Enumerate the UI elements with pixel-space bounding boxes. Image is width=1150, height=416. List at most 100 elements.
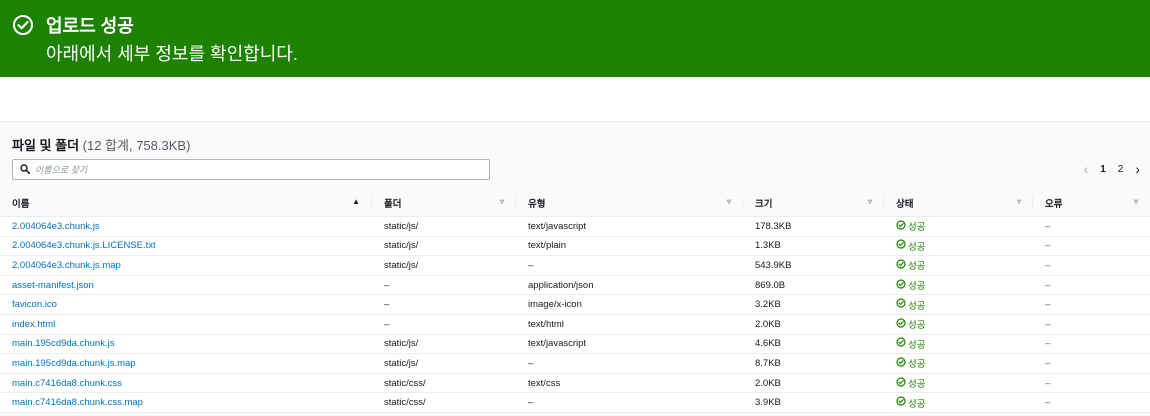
status-text: 성공 xyxy=(908,261,926,273)
size-cell: 4.6KB xyxy=(755,338,781,350)
table-row: index.html – text/html 2.0KB 성공 – xyxy=(0,314,1150,335)
column-header-size[interactable]: 크기 ▿ xyxy=(743,189,884,217)
column-header-error[interactable]: 오류 ▿ xyxy=(1033,189,1150,217)
file-name-cell: asset-manifest.json xyxy=(0,275,372,295)
folder-cell: – xyxy=(384,279,390,291)
type-cell: – xyxy=(528,357,534,369)
status-badge: 성공 xyxy=(896,376,925,390)
type-cell: image/x-icon xyxy=(528,299,582,311)
banner-message: 아래에서 세부 정보를 확인합니다. xyxy=(46,44,298,64)
success-banner: 업로드 성공 아래에서 세부 정보를 확인합니다. xyxy=(0,0,1150,77)
file-name-link[interactable]: favicon.ico xyxy=(12,299,57,310)
files-panel: 파일 및 폴더 (12 합계, 758.3KB) ‹ 1 2 › 이름▲ 폴더▿… xyxy=(0,121,1150,416)
file-name-link[interactable]: main.195cd9da.chunk.js xyxy=(12,338,114,349)
status-cell: 성공 xyxy=(884,393,1033,413)
status-badge: 성공 xyxy=(896,278,925,292)
type-cell: text/javascript xyxy=(528,220,587,232)
status-text: 성공 xyxy=(908,379,926,391)
status-cell: 성공 xyxy=(884,217,1033,237)
error-cell: – xyxy=(1045,240,1051,252)
error-cell: – xyxy=(1045,338,1051,350)
column-header-name[interactable]: 이름 ▲ xyxy=(0,189,372,217)
folder-cell: static/js/ xyxy=(384,220,419,232)
file-name-link[interactable]: 2.004064e3.chunk.js.map xyxy=(12,260,121,271)
status-badge: 성공 xyxy=(896,356,925,370)
status-badge: 성공 xyxy=(896,337,925,351)
page-1-button[interactable]: 1 xyxy=(1100,164,1106,175)
folder-cell: – xyxy=(384,299,390,311)
size-cell: 178.3KB xyxy=(755,220,792,232)
files-heading: 파일 및 폴더 (12 합계, 758.3KB) xyxy=(12,135,190,154)
status-text: 성공 xyxy=(908,241,926,253)
sort-icon: ▿ xyxy=(499,197,504,206)
file-name-cell: index.html xyxy=(0,314,372,334)
status-text: 성공 xyxy=(908,320,926,332)
file-name-link[interactable]: 2.004064e3.chunk.js xyxy=(12,221,100,232)
file-name-cell: 2.004064e3.chunk.js.LICENSE.txt xyxy=(0,236,372,256)
type-cell: – xyxy=(528,259,534,271)
error-cell: – xyxy=(1045,259,1051,271)
check-circle-icon xyxy=(896,318,906,331)
file-name-link[interactable]: main.c7416da8.chunk.css.map xyxy=(12,397,143,408)
file-name-link[interactable]: index.html xyxy=(12,319,55,330)
file-name-link[interactable]: main.195cd9da.chunk.js.map xyxy=(12,358,136,369)
pagination: ‹ 1 2 › xyxy=(1084,161,1140,177)
check-circle-icon xyxy=(896,259,906,272)
table-row: main.195cd9da.chunk.js.map static/js/ – 8.7… xyxy=(0,353,1150,374)
table-row: main.c7416da8.chunk.css.map static/css/ – 3… xyxy=(0,392,1150,413)
status-text: 성공 xyxy=(908,300,926,312)
search-box[interactable] xyxy=(12,159,490,180)
check-circle-icon xyxy=(13,15,33,35)
type-cell: text/javascript xyxy=(528,338,587,350)
files-heading-title: 파일 및 폴더 xyxy=(12,138,80,153)
folder-cell: static/js/ xyxy=(384,240,419,252)
file-name-cell: main.c7416da8.chunk.css xyxy=(0,373,372,393)
table-row: 2.004064e3.chunk.js.LICENSE.txt static/js… xyxy=(0,236,1150,256)
sort-icon: ▿ xyxy=(726,197,731,206)
file-name-cell: 2.004064e3.chunk.js xyxy=(0,217,372,237)
folder-cell: static/js/ xyxy=(384,357,419,369)
error-cell: – xyxy=(1045,397,1051,409)
files-table: 이름 ▲ 폴더 ▿ 유형 ▿ 크기 ▿ 상태 ▿ 오류 ▿ 2.004064e3.chunk… xyxy=(0,189,1150,413)
status-text: 성공 xyxy=(908,222,926,234)
table-row: 2.004064e3.chunk.js.map static/js/ – 543.9K… xyxy=(0,255,1150,276)
table-row: favicon.ico – image/x-icon 3.2KB 성공 – xyxy=(0,294,1150,315)
status-cell: 성공 xyxy=(884,275,1033,295)
type-cell: text/css xyxy=(528,377,561,389)
status-badge: 성공 xyxy=(896,317,925,331)
folder-cell: static/js/ xyxy=(384,259,419,271)
check-circle-icon xyxy=(896,337,906,350)
file-name-link[interactable]: main.c7416da8.chunk.css xyxy=(12,378,122,389)
size-cell: 2.0KB xyxy=(755,377,781,389)
file-name-cell: 2.004064e3.chunk.js.map xyxy=(0,256,372,276)
files-heading-count: (12 합계, 758.3KB) xyxy=(82,138,191,153)
page-2-button[interactable]: 2 xyxy=(1118,164,1124,175)
folder-cell: static/css/ xyxy=(384,377,426,389)
folder-cell: static/js/ xyxy=(384,338,419,350)
folder-cell: – xyxy=(384,318,390,330)
status-badge: 성공 xyxy=(896,396,925,410)
next-page-icon[interactable]: › xyxy=(1135,161,1140,177)
table-header-row: 이름 ▲ 폴더 ▿ 유형 ▿ 크기 ▿ 상태 ▿ 오류 ▿ xyxy=(0,189,1150,217)
file-name-link[interactable]: asset-manifest.json xyxy=(12,280,94,291)
column-header-folder[interactable]: 폴더 ▿ xyxy=(372,189,516,217)
table-row: main.195cd9da.chunk.js static/js/text/jav… xyxy=(0,334,1150,354)
column-header-status[interactable]: 상태 ▿ xyxy=(884,189,1033,217)
column-header-type[interactable]: 유형 ▿ xyxy=(516,189,743,217)
check-circle-icon xyxy=(896,357,906,370)
status-text: 성공 xyxy=(908,398,926,410)
sort-icon: ▿ xyxy=(1133,197,1138,206)
search-input[interactable] xyxy=(35,160,475,179)
file-name-link[interactable]: 2.004064e3.chunk.js.LICENSE.txt xyxy=(12,240,156,251)
status-badge: 성공 xyxy=(896,298,925,312)
folder-cell: static/css/ xyxy=(384,397,426,409)
check-circle-icon xyxy=(896,396,906,409)
type-cell: text/html xyxy=(528,318,564,330)
sort-icon: ▿ xyxy=(1016,197,1021,206)
check-circle-icon xyxy=(896,220,906,233)
table-row: main.c7416da8.chunk.css static/css/text/c… xyxy=(0,373,1150,393)
type-cell: – xyxy=(528,397,534,409)
previous-page-icon[interactable]: ‹ xyxy=(1084,161,1089,177)
status-cell: 성공 xyxy=(884,314,1033,334)
search-icon xyxy=(20,164,30,174)
